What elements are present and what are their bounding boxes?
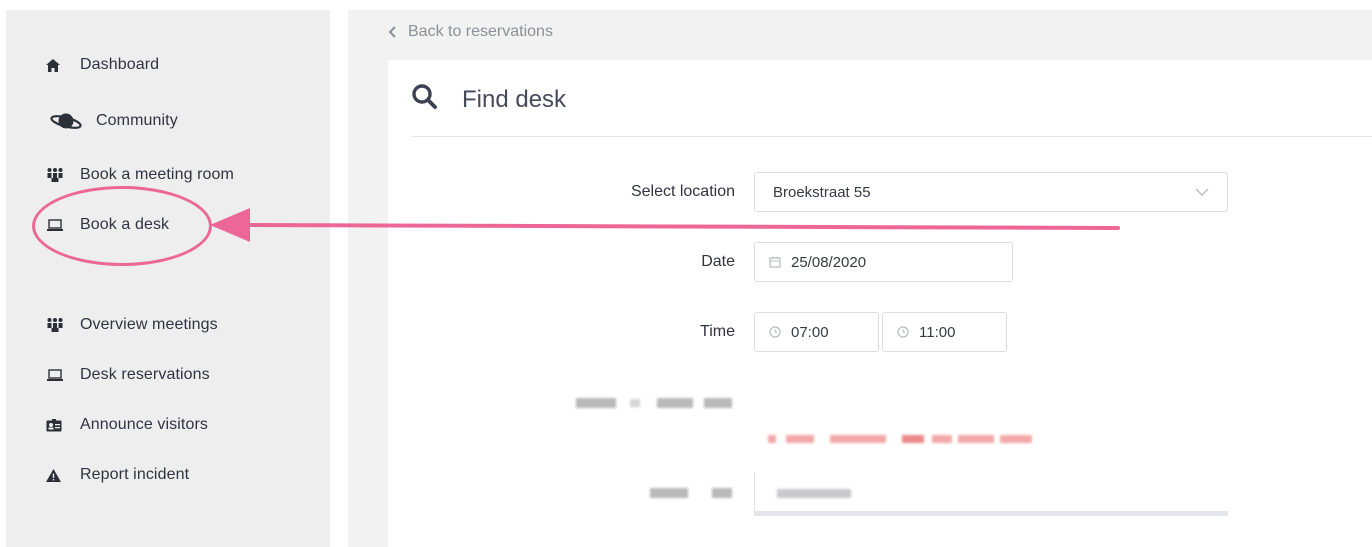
- clock-icon: [769, 326, 781, 338]
- time-end-field[interactable]: 11:00: [882, 312, 1007, 352]
- location-value: Broekstraat 55: [773, 183, 871, 201]
- chevron-down-icon: [1195, 184, 1209, 201]
- sidebar-item-label: Desk reservations: [80, 366, 210, 383]
- sidebar-item-report-incident[interactable]: Report incident: [46, 463, 189, 487]
- chevron-left-icon: [386, 22, 400, 42]
- sidebar-item-dashboard[interactable]: Dashboard: [46, 53, 159, 77]
- people-icon: [46, 166, 66, 184]
- sidebar-item-label: Community: [96, 112, 178, 129]
- card-header: Find desk: [410, 82, 566, 117]
- sidebar-item-label: Overview meetings: [80, 316, 218, 333]
- location-select[interactable]: Broekstraat 55: [754, 172, 1228, 212]
- sidebar-item-book-meeting-room[interactable]: Book a meeting room: [46, 163, 234, 187]
- search-icon: [410, 82, 440, 117]
- time-start-field[interactable]: 07:00: [754, 312, 879, 352]
- sidebar-item-label: Report incident: [80, 466, 190, 483]
- sidebar-item-label: Dashboard: [80, 56, 160, 73]
- sidebar-item-book-desk[interactable]: Book a desk: [46, 213, 169, 237]
- time-end-value: 11:00: [919, 323, 956, 341]
- redacted-input[interactable]: [754, 472, 1228, 516]
- laptop-icon: [46, 216, 66, 234]
- date-field[interactable]: 25/08/2020: [754, 242, 1013, 282]
- laptop-icon: [46, 366, 66, 384]
- back-link-label: Back to reservations: [408, 23, 553, 40]
- sidebar-item-announce-visitors[interactable]: Announce visitors: [46, 413, 208, 437]
- date-label: Date: [701, 253, 735, 270]
- people-icon: [46, 316, 66, 334]
- sidebar-item-label: Book a meeting room: [80, 166, 234, 183]
- sidebar-item-label: Announce visitors: [80, 416, 208, 433]
- warning-icon: [46, 466, 66, 484]
- sidebar-item-desk-reservations[interactable]: Desk reservations: [46, 363, 210, 387]
- date-value: 25/08/2020: [791, 253, 867, 271]
- divider: [412, 136, 1372, 137]
- planet-icon: [50, 112, 82, 130]
- sidebar-item-label: Book a desk: [80, 216, 170, 233]
- location-label: Select location: [630, 183, 735, 200]
- page-title: Find desk: [462, 85, 567, 113]
- id-card-icon: [46, 416, 66, 434]
- sidebar-item-community[interactable]: Community: [50, 109, 178, 133]
- clock-icon: [897, 326, 909, 338]
- sidebar-item-overview-meetings[interactable]: Overview meetings: [46, 313, 218, 337]
- back-link[interactable]: Back to reservations: [386, 22, 553, 42]
- calendar-icon: [769, 256, 781, 268]
- time-label: Time: [700, 323, 735, 340]
- home-icon: [46, 56, 66, 74]
- time-start-value: 07:00: [791, 323, 829, 341]
